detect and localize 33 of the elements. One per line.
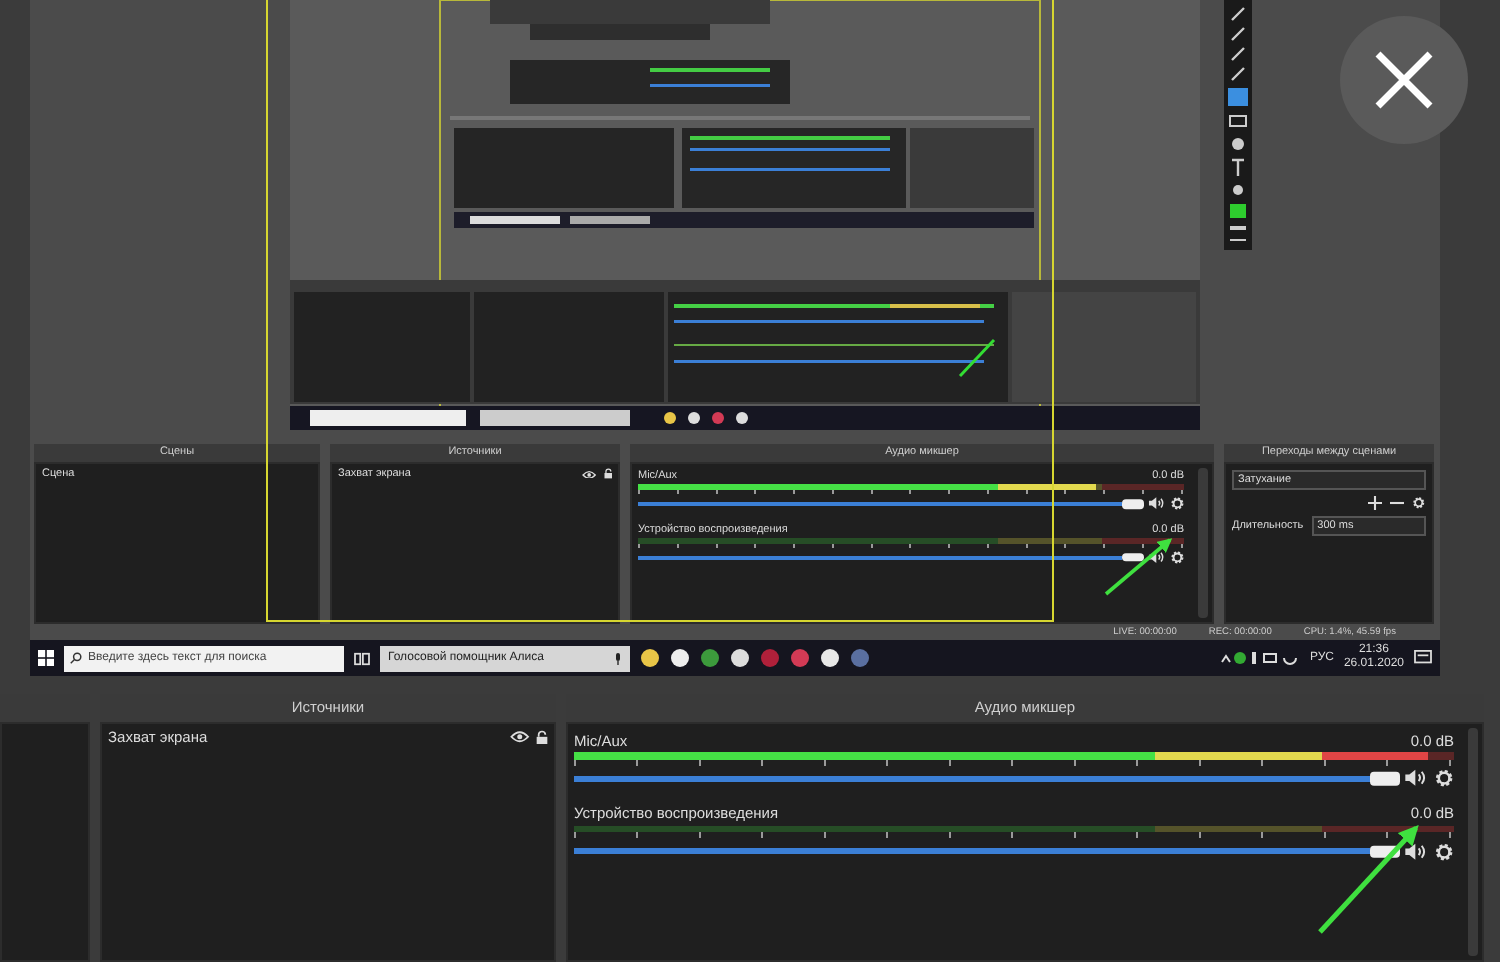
close-icon (1374, 50, 1434, 110)
slider-thumb[interactable] (1122, 499, 1144, 509)
arrow (1104, 538, 1173, 596)
gear-icon[interactable] (1433, 768, 1454, 789)
windows-start-icon[interactable] (38, 650, 54, 666)
lock-icon[interactable] (536, 729, 548, 745)
gear-icon[interactable] (1169, 496, 1184, 512)
gear-icon[interactable] (1412, 496, 1426, 510)
speaker-icon[interactable] (1147, 496, 1166, 512)
arrow (1318, 825, 1419, 934)
speaker-icon[interactable] (1404, 768, 1429, 789)
speaker-icon[interactable] (1147, 550, 1166, 565)
eye-icon[interactable] (510, 730, 530, 744)
volume-slider[interactable] (638, 555, 1144, 560)
notification-icon[interactable] (1414, 650, 1432, 666)
scrollbar[interactable] (1198, 468, 1208, 618)
speaker-icon[interactable] (1404, 841, 1429, 861)
slider-thumb[interactable] (1122, 552, 1144, 562)
scrollbar[interactable] (1468, 728, 1478, 956)
gear-icon[interactable] (1433, 841, 1454, 862)
volume-slider[interactable] (574, 848, 1400, 854)
volume-slider[interactable] (574, 775, 1400, 782)
remove-icon[interactable] (1390, 496, 1405, 510)
gear-icon[interactable] (1169, 549, 1184, 565)
system-tray-icons[interactable] (1219, 650, 1300, 666)
microphone-icon[interactable] (614, 651, 622, 665)
slider-thumb[interactable] (1370, 772, 1400, 785)
task-view-icon[interactable] (354, 651, 370, 665)
search-icon (70, 652, 82, 664)
lock-icon[interactable] (603, 468, 612, 480)
add-icon[interactable] (1368, 496, 1383, 510)
eye-icon[interactable] (582, 469, 598, 479)
selection-frame[interactable] (266, 0, 1054, 622)
